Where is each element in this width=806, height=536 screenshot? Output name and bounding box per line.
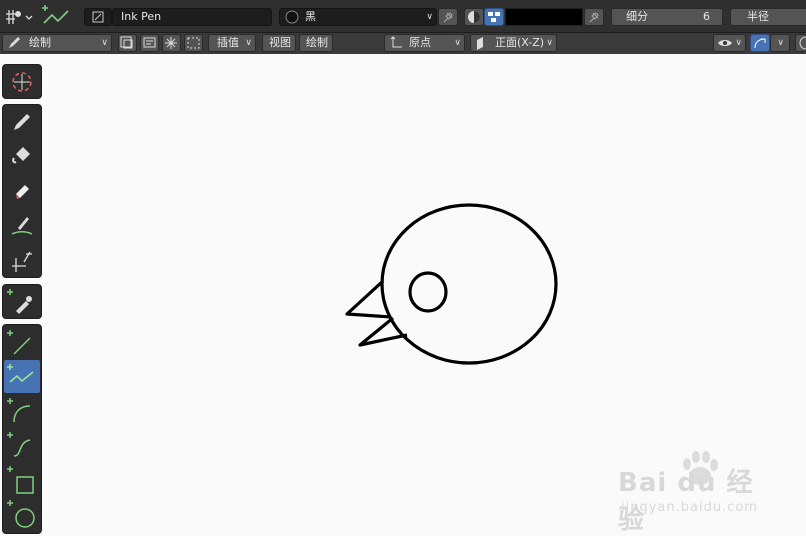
stroke-color-swatch[interactable]	[505, 8, 583, 26]
radius-field[interactable]: 半径	[730, 8, 806, 26]
brush-name-field[interactable]: Ink Pen	[112, 8, 272, 26]
drawing-plane-icon	[477, 37, 483, 50]
subdivision-field[interactable]: 细分 6	[611, 8, 723, 26]
draw-menu-label: 绘制	[306, 36, 328, 49]
chevron-down-icon: ∨	[426, 12, 433, 22]
overlay-toggle[interactable]	[795, 34, 806, 52]
view-menu[interactable]: 视图	[262, 34, 296, 52]
draw-mode-pen-icon	[9, 37, 20, 48]
interpolate-label: 插值	[217, 36, 239, 49]
canvas-settings-toggle[interactable]	[140, 34, 159, 52]
subdivision-label: 细分	[626, 10, 648, 23]
color-mode-button[interactable]	[464, 8, 484, 26]
orientation-label: 正面(X-Z)	[495, 36, 545, 49]
visibility-dropdown[interactable]: ∨	[713, 34, 746, 52]
canvas-icon	[143, 37, 156, 48]
grease-pencil-settings-icon	[6, 10, 33, 24]
brush-icon	[92, 11, 104, 23]
radius-label: 半径	[747, 10, 769, 23]
origin-axis-icon	[390, 36, 402, 48]
snowflake-icon	[165, 37, 177, 49]
chevron-down-icon: ∨	[454, 38, 461, 48]
multiframe-icon	[120, 36, 133, 49]
gizmo-toggle[interactable]	[750, 34, 770, 52]
chevron-down-icon: ∨	[777, 38, 784, 48]
brush-name: Ink Pen	[121, 10, 162, 23]
eye-icon	[718, 40, 732, 46]
pin-material-button[interactable]	[438, 8, 458, 26]
bird-head-circle	[380, 203, 558, 365]
color-mode-icon	[468, 11, 480, 23]
chevron-down-icon: ∨	[101, 38, 108, 48]
vertex-color-mode-button[interactable]	[484, 8, 504, 26]
bird-eye-circle	[408, 271, 448, 313]
selection-box-icon	[187, 37, 200, 49]
selection-mask-toggle[interactable]	[184, 34, 203, 52]
watermark-url: jingyan.baidu.com	[621, 500, 758, 515]
active-tool-polyline-icon[interactable]	[40, 3, 72, 29]
material-sphere-icon	[285, 10, 299, 24]
view-menu-label: 视图	[269, 36, 291, 49]
watermark-brand: Bai du 经验	[618, 468, 754, 535]
tool-header: Ink Pen 黑 ∨ 细分 6 半径	[0, 0, 806, 33]
origin-label: 原点	[409, 36, 431, 49]
gizmo-dropdown[interactable]: ∨	[770, 34, 790, 52]
chevron-down-icon: ∨	[735, 38, 742, 48]
subdivision-value: 6	[703, 10, 710, 23]
interpolate-dropdown[interactable]: 插值 ∨	[208, 34, 256, 52]
chevron-down-icon: ∨	[245, 38, 252, 48]
bird-drawing	[345, 203, 558, 365]
vertex-color-icon	[488, 12, 500, 22]
pin-icon	[443, 12, 453, 23]
brush-type-icon-button[interactable]	[84, 8, 112, 26]
draw-menu[interactable]: 绘制	[299, 34, 333, 52]
tool-settings-dropdown[interactable]	[2, 5, 34, 27]
orientation-dropdown[interactable]: 正面(X-Z) ∨	[470, 34, 557, 52]
multiframe-toggle[interactable]	[118, 34, 137, 52]
gizmo-icon	[754, 38, 766, 49]
chevron-down-icon: ∨	[546, 38, 553, 48]
snap-toggle[interactable]	[162, 34, 181, 52]
pin-color-button[interactable]	[584, 8, 604, 26]
origin-dropdown[interactable]: 原点 ∨	[384, 34, 465, 52]
material-name: 黑	[305, 10, 316, 23]
watermark-logo: Bai du 经验	[618, 448, 768, 535]
mode-dropdown[interactable]: 绘制 ∨	[2, 34, 112, 52]
material-selector[interactable]: 黑 ∨	[279, 8, 437, 26]
overlay-icon	[799, 36, 806, 50]
pin-icon	[589, 12, 599, 23]
viewport-header: 绘制 ∨ 插值 ∨ 视图 绘制 原点 ∨ 正面(X-Z) ∨ ∨ ∨	[0, 33, 806, 54]
mode-label: 绘制	[29, 36, 51, 49]
